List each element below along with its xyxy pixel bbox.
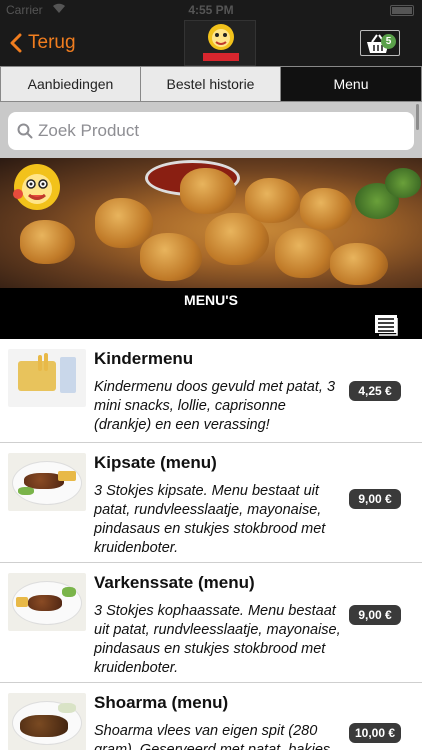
product-description: Shoarma vlees van eigen spit (280 gram).…: [94, 723, 331, 750]
product-name: Shoarma (menu): [94, 693, 229, 712]
price-badge: 4,25 €: [349, 381, 401, 401]
navigation-bar: Terug 5: [0, 20, 422, 66]
price-badge: 9,00 €: [349, 489, 401, 509]
search-bar: [0, 102, 422, 158]
tab-bestel-historie[interactable]: Bestel historie: [141, 67, 281, 101]
app-logo: [184, 20, 256, 66]
product-name: Kindermenu: [94, 349, 194, 368]
status-bar: Carrier 4:55 PM: [0, 0, 422, 20]
list-item[interactable]: Shoarma (menu) Shoarma vlees van eigen s…: [0, 683, 422, 750]
scroll-indicator[interactable]: [416, 104, 419, 130]
list-view-icon[interactable]: [374, 314, 400, 336]
battery-icon: [390, 5, 414, 16]
cart-button[interactable]: 5: [360, 30, 400, 56]
back-button[interactable]: Terug: [10, 30, 76, 56]
category-title: MENU'S: [184, 292, 238, 308]
product-list: Kindermenu Kindermenu doos gevuld met pa…: [0, 339, 422, 750]
search-icon: [17, 123, 33, 139]
cart-count-badge: 5: [381, 34, 396, 49]
list-item[interactable]: Kipsate (menu) 3 Stokjes kipsate. Menu b…: [0, 443, 422, 563]
price-badge: 9,00 €: [349, 605, 401, 625]
price-badge: 10,00 €: [349, 723, 401, 743]
product-image: [8, 453, 86, 511]
product-name: Varkenssate (menu): [94, 573, 255, 592]
list-item[interactable]: Varkenssate (menu) 3 Stokjes kophaassate…: [0, 563, 422, 683]
back-label: Terug: [28, 32, 76, 53]
search-field: [8, 112, 414, 150]
product-image: [8, 693, 86, 750]
search-input[interactable]: [38, 116, 398, 146]
product-description: 3 Stokjes kophaassate. Menu bestaat uit …: [94, 603, 341, 676]
segmented-tabs: Aanbiedingen Bestel historie Menu: [0, 66, 422, 102]
product-image: [8, 573, 86, 631]
product-name: Kipsate (menu): [94, 453, 217, 472]
list-item[interactable]: Kindermenu Kindermenu doos gevuld met pa…: [0, 339, 422, 443]
product-description: Kindermenu doos gevuld met patat, 3 mini…: [94, 379, 336, 433]
lion-mascot-icon: [13, 164, 60, 210]
product-image: [8, 349, 86, 407]
product-description: 3 Stokjes kipsate. Menu bestaat uit pata…: [94, 483, 326, 556]
lion-logo-icon: [203, 24, 239, 61]
category-header: MENU'S: [0, 288, 422, 339]
chevron-left-icon: [10, 33, 22, 53]
tab-menu[interactable]: Menu: [281, 67, 421, 101]
tab-aanbiedingen[interactable]: Aanbiedingen: [1, 67, 141, 101]
category-hero-image: [0, 158, 422, 288]
status-time: 4:55 PM: [188, 3, 234, 17]
